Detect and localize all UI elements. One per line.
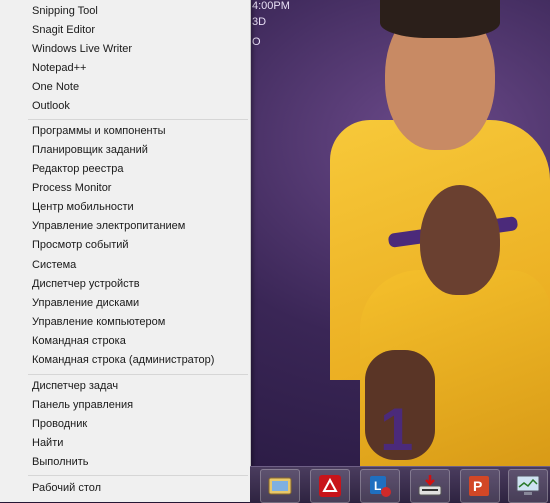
wall-text-fragment: 3D <box>252 16 267 28</box>
menu-item-disk-management[interactable]: Управление дисками <box>32 294 139 313</box>
taskbar: L P <box>250 466 550 503</box>
lync-icon: L <box>370 476 391 497</box>
svg-text:L: L <box>374 479 381 493</box>
clock-fragment: 4:00PM <box>252 0 290 12</box>
menu-item-windows-live-writer[interactable]: Windows Live Writer <box>32 40 132 59</box>
taskbar-button-lync[interactable]: L <box>360 469 400 503</box>
menu-item-snipping-tool[interactable]: Snipping Tool <box>32 2 98 21</box>
acrobat-icon <box>319 475 341 497</box>
menu-separator <box>28 119 248 120</box>
jersey-number: 1 <box>380 396 414 463</box>
menu-item-process-monitor[interactable]: Process Monitor <box>32 179 111 198</box>
context-menu: Snipping Tool Snagit Editor Windows Live… <box>0 0 251 502</box>
taskbar-button-image-viewer[interactable] <box>260 469 300 503</box>
menu-item-task-scheduler[interactable]: Планировщик заданий <box>32 141 148 160</box>
taskbar-button-monitor[interactable] <box>508 469 548 503</box>
menu-item-programs-features[interactable]: Программы и компоненты <box>32 122 166 141</box>
scanner-icon <box>418 475 442 496</box>
powerpoint-icon: P <box>469 476 489 496</box>
menu-item-run[interactable]: Выполнить <box>32 453 88 472</box>
menu-item-command-prompt-admin[interactable]: Командная строка (администратор) <box>32 351 214 370</box>
menu-item-task-manager[interactable]: Диспетчер задач <box>32 377 118 396</box>
menu-item-registry-editor[interactable]: Редактор реестра <box>32 160 124 179</box>
menu-item-event-viewer[interactable]: Просмотр событий <box>32 236 129 255</box>
menu-item-snagit-editor[interactable]: Snagit Editor <box>32 21 95 40</box>
wall-text-fragment-2: O <box>252 36 261 48</box>
menu-item-desktop[interactable]: Рабочий стол <box>32 479 101 498</box>
menu-item-outlook[interactable]: Outlook <box>32 97 70 116</box>
menu-item-search[interactable]: Найти <box>32 434 63 453</box>
menu-item-control-panel[interactable]: Панель управления <box>32 396 133 415</box>
menu-item-system[interactable]: Система <box>32 256 76 275</box>
player-hair <box>380 0 500 38</box>
monitor-icon <box>516 475 540 495</box>
menu-item-device-manager[interactable]: Диспетчер устройств <box>32 275 140 294</box>
menu-item-one-note[interactable]: One Note <box>32 78 79 97</box>
menu-item-computer-management[interactable]: Управление компьютером <box>32 313 165 332</box>
taskbar-button-scanner[interactable] <box>410 469 450 503</box>
menu-item-notepad-plus-plus[interactable]: Notepad++ <box>32 59 86 78</box>
menu-item-mobility-center[interactable]: Центр мобильности <box>32 198 134 217</box>
player-head-artest <box>420 185 500 295</box>
svg-text:P: P <box>473 478 482 494</box>
menu-item-power-options[interactable]: Управление электропитанием <box>32 217 185 236</box>
menu-separator <box>28 374 248 375</box>
image-viewer-icon <box>268 477 292 495</box>
taskbar-button-acrobat[interactable] <box>310 469 350 503</box>
menu-separator <box>28 475 248 476</box>
menu-item-explorer[interactable]: Проводник <box>32 415 87 434</box>
taskbar-button-powerpoint[interactable]: P <box>460 469 500 503</box>
menu-item-command-prompt[interactable]: Командная строка <box>32 332 126 351</box>
